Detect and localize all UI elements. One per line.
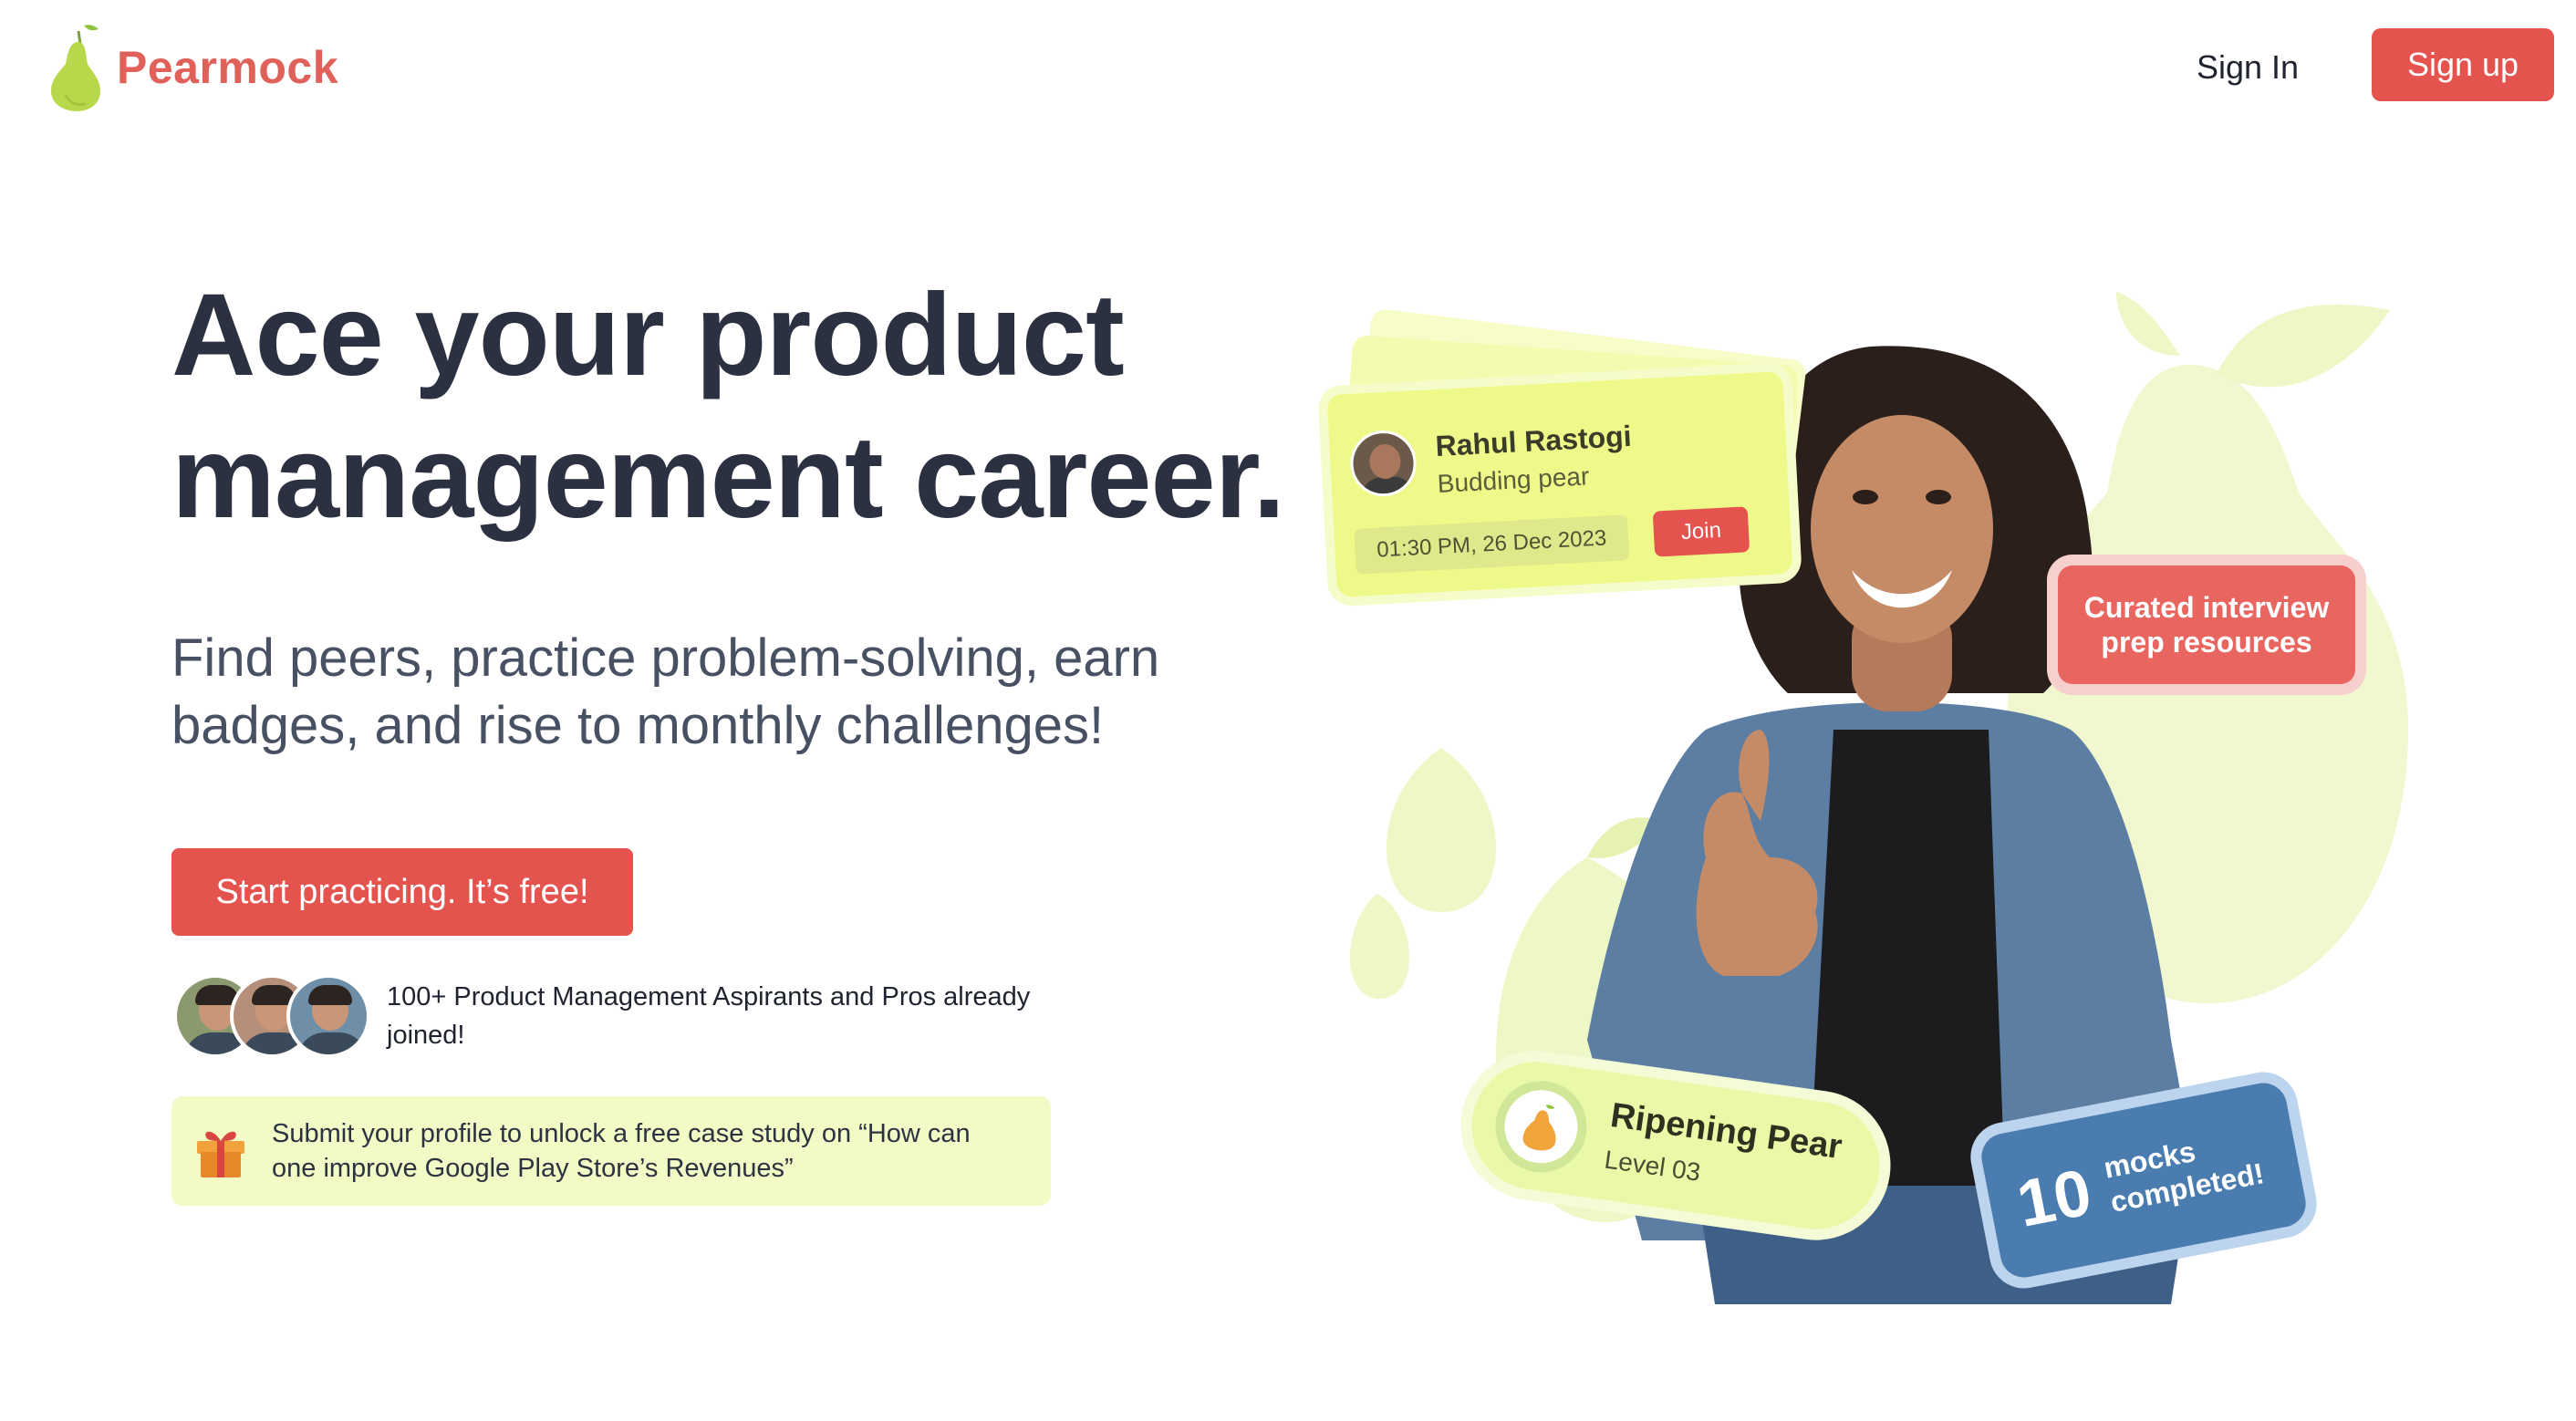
hero-subheading: Find peers, practice problem-solving, ea… xyxy=(171,628,1160,755)
avatar xyxy=(286,974,370,1058)
gift-icon xyxy=(197,1131,244,1177)
brand-name: Pearmock xyxy=(117,42,339,93)
mocks-label: mocks completed! xyxy=(2101,1135,2267,1219)
headline-line-2: management career. xyxy=(171,412,1285,543)
headline-line-1: Ace your product xyxy=(171,270,1125,400)
session-user-role: Budding pear xyxy=(1436,462,1590,499)
start-practicing-button[interactable]: Start practicing. It’s free! xyxy=(171,848,633,936)
pear-badge-icon xyxy=(1489,1074,1593,1178)
badge-level: Level 03 xyxy=(1603,1145,1703,1187)
hero-headline: Ace your product management career. xyxy=(171,264,1357,549)
avatar xyxy=(1348,429,1418,498)
sign-in-button[interactable]: Sign In xyxy=(2197,40,2299,95)
curated-resources-label: Curated interview prep resources xyxy=(2083,591,2330,659)
promo-text: Submit your profile to unlock a free cas… xyxy=(272,1119,971,1183)
promo-banner[interactable]: Submit your profile to unlock a free cas… xyxy=(171,1096,1051,1206)
session-card: Rahul Rastogi Budding pear 01:30 PM, 26 … xyxy=(1326,371,1793,597)
sign-up-button[interactable]: Sign up xyxy=(2372,28,2554,101)
curated-resources-card: Curated interview prep resources xyxy=(2058,565,2355,684)
social-proof-text: 100+ Product Management Aspirants and Pr… xyxy=(387,982,1031,1050)
join-session-button: Join xyxy=(1652,506,1750,557)
session-user-name: Rahul Rastogi xyxy=(1434,419,1633,463)
mocks-count: 10 xyxy=(2011,1156,2098,1241)
brand-logo[interactable]: Pearmock xyxy=(47,20,338,115)
pear-logo-icon xyxy=(51,25,100,111)
session-time: 01:30 PM, 26 Dec 2023 xyxy=(1354,514,1630,575)
member-avatars xyxy=(173,974,374,1058)
